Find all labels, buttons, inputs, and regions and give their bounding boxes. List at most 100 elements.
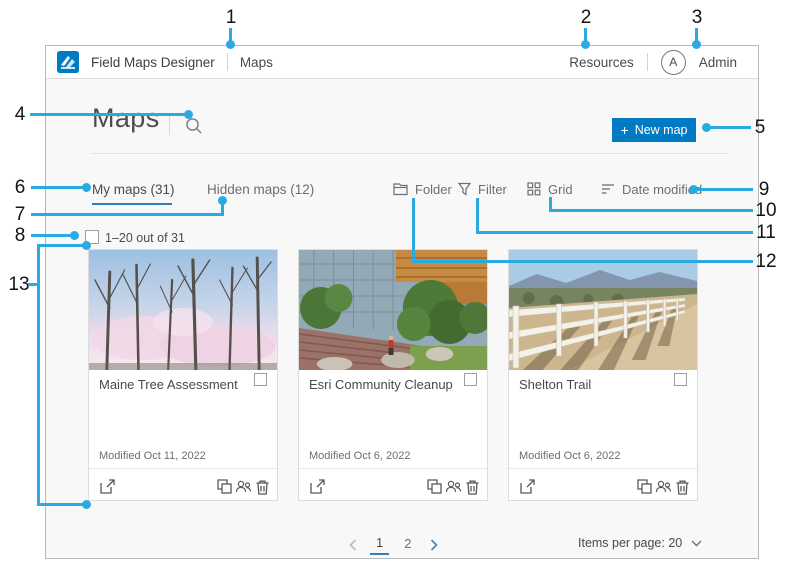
card-checkbox[interactable] xyxy=(674,373,687,386)
callout-number-8: 8 xyxy=(15,226,26,246)
callout-line-12b xyxy=(412,198,415,263)
nav-maps[interactable]: Maps xyxy=(240,55,273,70)
callout-line-13d xyxy=(37,503,86,506)
open-map-icon[interactable] xyxy=(519,478,536,495)
callout-line-12 xyxy=(412,260,753,263)
duplicate-icon[interactable] xyxy=(636,478,653,495)
card-checkbox[interactable] xyxy=(464,373,477,386)
callout-dot-3 xyxy=(692,40,701,49)
callout-dot-1 xyxy=(226,40,235,49)
plus-icon: + xyxy=(621,123,629,137)
card-divider xyxy=(89,468,277,469)
delete-icon[interactable] xyxy=(674,479,691,496)
title-rule xyxy=(91,153,729,154)
callout-number-9: 9 xyxy=(759,180,770,200)
callout-line-10 xyxy=(549,209,753,212)
field-maps-logo-icon xyxy=(57,51,79,73)
open-map-icon[interactable] xyxy=(99,478,116,495)
card-modified-date: Modified Oct 6, 2022 xyxy=(519,450,621,462)
card-title[interactable]: Esri Community Cleanup xyxy=(309,377,453,392)
callout-dot-6 xyxy=(82,183,91,192)
folder-icon xyxy=(393,183,408,196)
card-title[interactable]: Maine Tree Assessment xyxy=(99,377,238,392)
callout-dot-13b xyxy=(82,500,91,509)
callout-line-11 xyxy=(476,231,753,234)
new-map-label: New map xyxy=(635,123,688,137)
callout-dot-5 xyxy=(702,123,711,132)
search-icon[interactable] xyxy=(184,116,204,136)
grid-view-button[interactable]: Grid xyxy=(527,180,573,198)
callout-number-5: 5 xyxy=(755,118,766,138)
selection-count-label: 1–20 out of 31 xyxy=(105,231,185,245)
callout-number-11: 11 xyxy=(756,223,776,243)
grid-label: Grid xyxy=(548,182,573,197)
card-divider xyxy=(299,468,487,469)
callout-line-13c xyxy=(37,244,86,247)
duplicate-icon[interactable] xyxy=(426,478,443,495)
sort-icon xyxy=(601,183,615,195)
page-2[interactable]: 2 xyxy=(398,535,417,554)
page-1[interactable]: 1 xyxy=(370,534,389,555)
folder-label: Folder xyxy=(415,182,452,197)
callout-line-5 xyxy=(707,126,751,129)
delete-icon[interactable] xyxy=(254,479,271,496)
filter-icon xyxy=(458,182,471,196)
callout-line-4 xyxy=(30,113,188,116)
active-tab-underline xyxy=(92,203,172,205)
app-header: Field Maps Designer Maps Resources A Adm… xyxy=(46,46,758,79)
header-left: Field Maps Designer Maps xyxy=(57,51,273,73)
map-card: Esri Community Cleanup Modified Oct 6, 2… xyxy=(298,249,488,501)
avatar[interactable]: A xyxy=(661,50,686,75)
items-per-page-label: Items per page: 20 xyxy=(578,536,682,550)
items-per-page-dropdown[interactable]: Items per page: 20 xyxy=(578,536,702,550)
callout-dot-13a xyxy=(82,241,91,250)
user-menu[interactable]: Admin xyxy=(699,55,737,70)
card-thumbnail[interactable] xyxy=(509,250,697,370)
sort-button[interactable]: Date modified xyxy=(601,180,702,198)
app-title: Field Maps Designer xyxy=(91,55,215,70)
card-modified-date: Modified Oct 11, 2022 xyxy=(99,450,206,462)
content-area: Maps + New map My maps (31) Hidden maps … xyxy=(46,79,758,558)
header-divider xyxy=(227,53,228,71)
share-group-icon[interactable] xyxy=(445,478,462,495)
title-divider xyxy=(169,113,170,135)
new-map-button[interactable]: + New map xyxy=(612,118,696,142)
card-title[interactable]: Shelton Trail xyxy=(519,377,591,392)
share-group-icon[interactable] xyxy=(235,478,252,495)
callout-number-13: 13 xyxy=(8,275,29,295)
callout-line-8 xyxy=(31,234,74,237)
callout-line-6 xyxy=(31,186,86,189)
filter-button[interactable]: Filter xyxy=(458,180,507,198)
prev-page-icon[interactable] xyxy=(345,537,361,553)
tab-my-maps[interactable]: My maps (31) xyxy=(92,182,175,197)
callout-number-12: 12 xyxy=(755,252,776,272)
card-thumbnail[interactable] xyxy=(89,250,277,370)
folder-button[interactable]: Folder xyxy=(393,180,452,198)
nav-resources[interactable]: Resources xyxy=(569,55,634,70)
callout-number-1: 1 xyxy=(226,8,237,28)
callout-number-7: 7 xyxy=(15,205,26,225)
app-window: Field Maps Designer Maps Resources A Adm… xyxy=(45,45,759,559)
map-card: Maine Tree Assessment Modified Oct 11, 2… xyxy=(88,249,278,501)
filter-label: Filter xyxy=(478,182,507,197)
tab-hidden-maps[interactable]: Hidden maps (12) xyxy=(207,182,314,197)
callout-dot-9 xyxy=(689,185,698,194)
callout-number-3: 3 xyxy=(692,8,703,28)
grid-icon xyxy=(527,182,541,196)
open-map-icon[interactable] xyxy=(309,478,326,495)
screenshot: Field Maps Designer Maps Resources A Adm… xyxy=(0,0,804,562)
callout-number-6: 6 xyxy=(15,178,26,198)
delete-icon[interactable] xyxy=(464,479,481,496)
callout-dot-2 xyxy=(581,40,590,49)
share-group-icon[interactable] xyxy=(655,478,672,495)
header-divider-2 xyxy=(647,53,648,71)
card-checkbox[interactable] xyxy=(254,373,267,386)
duplicate-icon[interactable] xyxy=(216,478,233,495)
callout-dot-8 xyxy=(70,231,79,240)
callout-dot-4 xyxy=(184,110,193,119)
map-card: Shelton Trail Modified Oct 6, 2022 xyxy=(508,249,698,501)
card-thumbnail[interactable] xyxy=(299,250,487,370)
next-page-icon[interactable] xyxy=(426,537,442,553)
chevron-down-icon xyxy=(691,536,702,550)
callout-dot-7 xyxy=(218,196,227,205)
